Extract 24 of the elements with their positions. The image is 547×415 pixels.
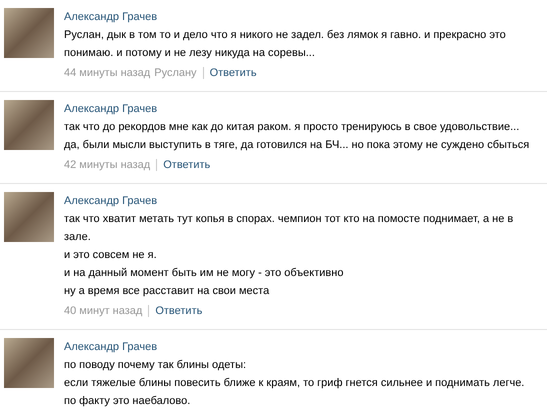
avatar-placeholder[interactable] [4, 100, 54, 150]
comment-text: по поводу почему так блины одеты: [64, 358, 248, 373]
comment-text: и на данный момент быть им не могу - это объективно [64, 266, 344, 281]
comment-text: да, были мысли выступить в тяге, да готовился на БЧ... но пока этому не суждено сбыться [64, 138, 530, 153]
comment-text: если тяжелые блины повесить ближе к краям, то гриф гнется сильнее и поднимать легче. [64, 376, 526, 391]
comment-text: и это совсем не я. [64, 248, 158, 263]
author-name[interactable]: Александр Грачев [64, 192, 158, 210]
comment-time: 44 минуты назад [64, 66, 150, 81]
author-name[interactable]: Александр Грачев [64, 100, 158, 118]
author-name[interactable]: Александр Грачев [64, 338, 158, 356]
comment-text: так что хватит метать тут копья в спорах. чемпион тот кто на помосте поднимает, а не в зале. [64, 212, 514, 245]
reply-link[interactable]: Ответить [163, 156, 210, 174]
avatar-placeholder[interactable] [4, 8, 54, 58]
reply-link[interactable]: Ответить [155, 302, 202, 320]
reply-link[interactable]: Ответить [210, 64, 257, 82]
comment-text: так что до рекордов мне как до китая раком. я просто тренируюсь в свое удовольствие... [64, 120, 520, 135]
avatar-placeholder[interactable] [4, 192, 54, 242]
comment-text: Руслан, дык в том то и дело что я никого не задел. без лямок я гавно. и прекрасно это понимаю. и потому и не лезу никуда на соревы... [64, 28, 507, 61]
comment-text: ну а время все расставит на свои места [64, 284, 270, 299]
author-name[interactable]: Александр Грачев [64, 8, 158, 26]
comment-time: 40 минут назад [64, 304, 142, 319]
comment-text: по факту это наебалово. [64, 394, 192, 409]
avatar-placeholder[interactable] [4, 338, 54, 388]
comment-time: 42 минуты назад [64, 158, 150, 173]
